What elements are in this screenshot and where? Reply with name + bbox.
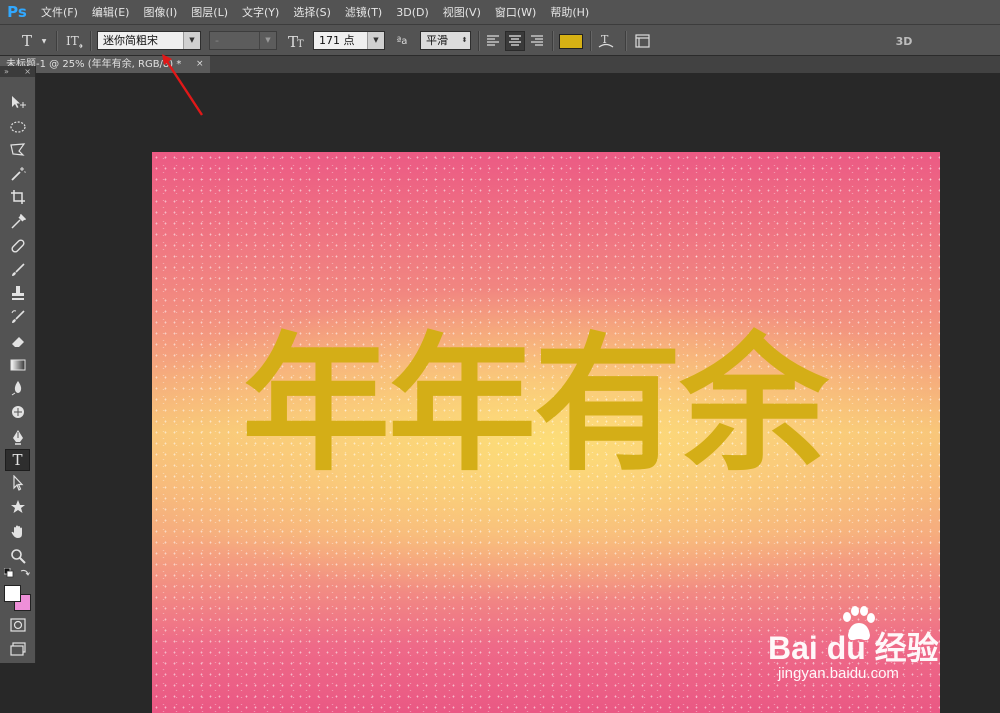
- crop-tool-icon[interactable]: [0, 186, 35, 208]
- history-brush-tool-icon[interactable]: [0, 306, 35, 328]
- chevron-down-icon: ▼: [367, 32, 384, 49]
- watermark-main: Bai du 经验: [768, 630, 939, 666]
- align-left-icon[interactable]: [484, 32, 502, 50]
- font-size-value: 171 点: [319, 34, 355, 47]
- pen-tool-icon[interactable]: [0, 426, 35, 448]
- menu-filter[interactable]: 滤镜(T): [345, 4, 382, 20]
- annotation-arrow: [162, 54, 204, 116]
- text-color-swatch[interactable]: [559, 34, 583, 49]
- font-size-select[interactable]: 171 点 ▼: [313, 31, 385, 50]
- gradient-tool-icon[interactable]: [0, 354, 35, 376]
- type-tool-icon[interactable]: T: [5, 449, 30, 471]
- custom-shape-tool-icon[interactable]: [0, 496, 35, 518]
- divider: [552, 31, 554, 51]
- menu-view[interactable]: 视图(V): [443, 4, 481, 20]
- eyedropper-tool-icon[interactable]: [0, 211, 35, 233]
- svg-text:T: T: [297, 39, 304, 50]
- photoshop-logo: Ps: [7, 3, 27, 21]
- default-colors-icon[interactable]: [2, 567, 16, 579]
- path-selection-tool-icon[interactable]: [0, 472, 35, 494]
- svg-text:IT: IT: [66, 34, 79, 48]
- warp-text-icon[interactable]: T: [596, 31, 616, 51]
- divider: [56, 31, 58, 51]
- menu-image[interactable]: 图像(I): [143, 4, 177, 20]
- antialias-select[interactable]: 平滑 ⬍: [420, 31, 471, 50]
- lasso-tool-icon[interactable]: [0, 139, 35, 161]
- blur-tool-icon[interactable]: [0, 377, 35, 399]
- marquee-tool-icon[interactable]: [0, 116, 35, 138]
- dodge-tool-icon[interactable]: [0, 401, 35, 423]
- menu-file[interactable]: 文件(F): [41, 4, 78, 20]
- quick-mask-icon[interactable]: [0, 614, 35, 636]
- antialias-value: 平滑: [426, 34, 448, 47]
- screen-mode-icon[interactable]: [0, 638, 35, 660]
- menu-window[interactable]: 窗口(W): [495, 4, 536, 20]
- stamp-tool-icon[interactable]: [0, 282, 35, 304]
- antialias-icon: ªa: [396, 35, 408, 47]
- divider: [90, 31, 92, 51]
- menu-select[interactable]: 选择(S): [293, 4, 331, 20]
- move-tool-icon[interactable]: [0, 91, 35, 113]
- brush-tool-icon[interactable]: [0, 259, 35, 281]
- menu-edit[interactable]: 编辑(E): [92, 4, 130, 20]
- divider: [625, 31, 627, 51]
- character-panel-icon[interactable]: [632, 31, 652, 51]
- font-style-select[interactable]: - ▼: [209, 31, 277, 50]
- menu-type[interactable]: 文字(Y): [242, 4, 279, 20]
- divider: [478, 31, 480, 51]
- watermark-url: jingyan.baidu.com: [778, 665, 899, 682]
- swap-colors-icon[interactable]: [18, 567, 32, 579]
- font-size-icon: TT: [287, 32, 309, 50]
- zoom-tool-icon[interactable]: [0, 545, 35, 567]
- healing-brush-tool-icon[interactable]: [0, 235, 35, 257]
- menu-help[interactable]: 帮助(H): [550, 4, 589, 20]
- preset-dropdown-arrow-icon[interactable]: ▼: [40, 35, 48, 47]
- tools-panel-header: » ×: [0, 66, 35, 77]
- chevron-down-icon: ▼: [259, 32, 276, 49]
- 3d-button[interactable]: 3D: [892, 32, 916, 50]
- chevron-updown-icon: ⬍: [459, 32, 470, 49]
- font-family-select[interactable]: 迷你简粗宋 ▼: [97, 31, 201, 50]
- toggle-text-orientation-icon[interactable]: IT: [64, 31, 84, 51]
- eraser-tool-icon[interactable]: [0, 330, 35, 352]
- magic-wand-tool-icon[interactable]: [0, 163, 35, 185]
- tools-panel: » × T: [0, 66, 36, 663]
- menu-bar: Ps 文件(F) 编辑(E) 图像(I) 图层(L) 文字(Y) 选择(S) 滤…: [0, 0, 1000, 24]
- align-center-icon[interactable]: [505, 31, 525, 51]
- close-icon[interactable]: ×: [24, 66, 31, 77]
- baidu-watermark: Bai du 经验 jingyan.baidu.com: [768, 605, 958, 685]
- font-style-value: -: [215, 34, 219, 47]
- hand-tool-icon[interactable]: [0, 521, 35, 543]
- collapse-icon[interactable]: »: [4, 66, 9, 77]
- menu-3d[interactable]: 3D(D): [396, 6, 429, 19]
- type-tool-preset-icon[interactable]: T: [16, 32, 38, 50]
- canvas-text-layer[interactable]: 年年有余: [242, 330, 828, 478]
- chevron-down-icon: ▼: [183, 32, 200, 49]
- divider: [590, 31, 592, 51]
- font-family-value: 迷你简粗宋: [103, 34, 158, 47]
- foreground-color-swatch[interactable]: [4, 585, 21, 602]
- align-right-icon[interactable]: [528, 32, 546, 50]
- menu-layer[interactable]: 图层(L): [191, 4, 228, 20]
